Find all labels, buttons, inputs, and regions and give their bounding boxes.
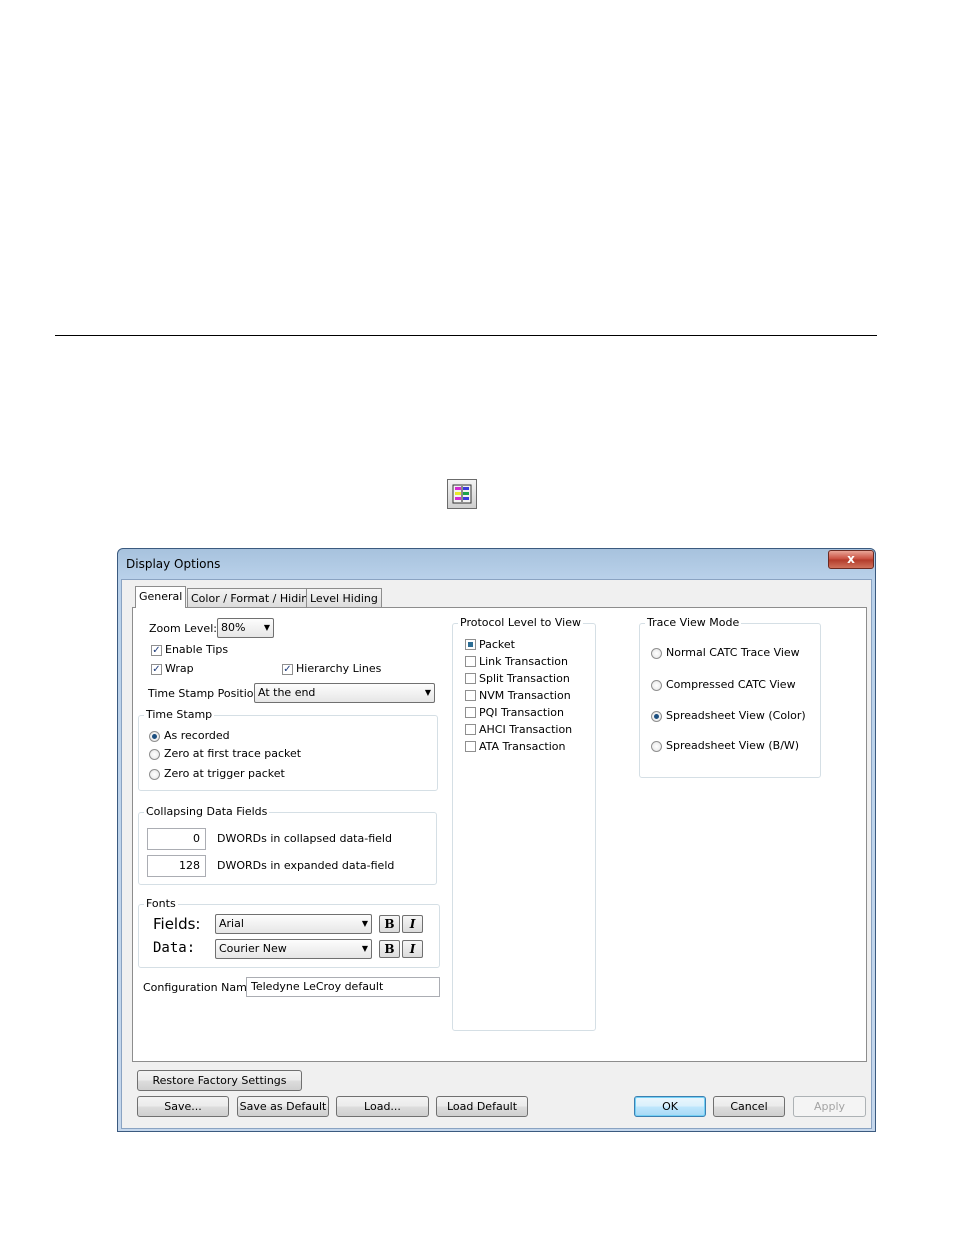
dialog-title: Display Options (126, 557, 221, 571)
nvm-transaction-checkbox[interactable] (465, 690, 476, 701)
nvm-transaction-label: NVM Transaction (479, 689, 571, 702)
packet-label: Packet (479, 638, 515, 651)
fields-bold-button[interactable]: B (379, 915, 400, 933)
radio-spreadsheet-color-label: Spreadsheet View (Color) (666, 709, 806, 722)
chevron-down-icon: ▼ (263, 623, 270, 632)
packet-checkbox[interactable] (465, 639, 476, 650)
radio-as-recorded-label: As recorded (164, 729, 230, 742)
collapsing-group-title: Collapsing Data Fields (144, 805, 270, 818)
expanded-dwords-input[interactable]: 128 (147, 855, 206, 877)
horizontal-rule (55, 335, 877, 336)
config-name-label: Configuration Name: (143, 981, 258, 994)
radio-compressed-catc-label: Compressed CATC View (666, 678, 796, 691)
hierarchy-lines-label: Hierarchy Lines (296, 662, 382, 675)
enable-tips-checkbox[interactable]: ✓ (151, 645, 162, 656)
wrap-label: Wrap (165, 662, 194, 675)
tab-level-hiding[interactable]: Level Hiding (306, 588, 382, 607)
cancel-button[interactable]: Cancel (713, 1096, 785, 1117)
ata-transaction-label: ATA Transaction (479, 740, 566, 753)
zoom-level-label: Zoom Level: (149, 622, 217, 635)
radio-normal-catc[interactable] (651, 648, 662, 659)
radio-zero-trigger-packet-label: Zero at trigger packet (164, 767, 285, 780)
chevron-down-icon: ▼ (361, 944, 368, 953)
fields-font-label: Fields: (153, 915, 201, 933)
wrap-checkbox[interactable]: ✓ (151, 664, 162, 675)
data-italic-button[interactable]: I (402, 940, 423, 958)
display-options-icon (447, 479, 477, 509)
link-transaction-label: Link Transaction (479, 655, 568, 668)
radio-zero-first-packet[interactable] (149, 749, 160, 760)
data-font-select[interactable]: Courier New ▼ (215, 939, 372, 959)
enable-tips-label: Enable Tips (165, 643, 229, 656)
radio-normal-catc-label: Normal CATC Trace View (666, 646, 800, 659)
split-transaction-checkbox[interactable] (465, 673, 476, 684)
tab-color-format-hiding[interactable]: Color / Format / Hiding (187, 588, 320, 607)
timestamp-position-label: Time Stamp Position: (148, 687, 265, 700)
radio-spreadsheet-color[interactable] (651, 711, 662, 722)
split-transaction-label: Split Transaction (479, 672, 570, 685)
trace-view-mode-title: Trace View Mode (645, 616, 742, 629)
zoom-level-select[interactable]: 80% ▼ (217, 618, 274, 638)
radio-spreadsheet-bw-label: Spreadsheet View (B/W) (666, 739, 800, 752)
radio-compressed-catc[interactable] (651, 680, 662, 691)
restore-factory-settings-button[interactable]: Restore Factory Settings (137, 1070, 302, 1091)
ok-button[interactable]: OK (634, 1096, 706, 1117)
fields-font-value: Arial (219, 917, 244, 930)
ahci-transaction-checkbox[interactable] (465, 724, 476, 735)
radio-zero-trigger-packet[interactable] (149, 769, 160, 780)
fields-font-select[interactable]: Arial ▼ (215, 914, 372, 934)
config-name-input[interactable]: Teledyne LeCroy default (246, 977, 440, 997)
display-options-dialog: Display Options x General Color / Format… (117, 548, 876, 1132)
fonts-group-title: Fonts (144, 897, 178, 910)
chevron-down-icon: ▼ (361, 919, 368, 928)
apply-button[interactable]: Apply (793, 1096, 866, 1117)
timestamp-position-value: At the end (258, 686, 316, 699)
hierarchy-lines-checkbox[interactable]: ✓ (282, 664, 293, 675)
ata-transaction-checkbox[interactable] (465, 741, 476, 752)
data-font-label: Data: (153, 940, 196, 956)
pqi-transaction-label: PQI Transaction (479, 706, 564, 719)
link-transaction-checkbox[interactable] (465, 656, 476, 667)
radio-as-recorded[interactable] (149, 731, 160, 742)
timestamp-position-select[interactable]: At the end ▼ (254, 683, 435, 703)
tab-general[interactable]: General (135, 586, 187, 608)
load-default-button[interactable]: Load Default (436, 1096, 528, 1117)
dialog-client-area: General Color / Format / Hiding Level Hi… (121, 579, 872, 1129)
save-as-default-button[interactable]: Save as Default (237, 1096, 329, 1117)
collapsed-dwords-input[interactable]: 0 (147, 828, 206, 850)
protocol-level-title: Protocol Level to View (458, 616, 583, 629)
zoom-level-value: 80% (221, 621, 246, 634)
fields-italic-button[interactable]: I (402, 915, 423, 933)
load-button[interactable]: Load... (336, 1096, 429, 1117)
time-stamp-group-title: Time Stamp (144, 708, 215, 721)
ahci-transaction-label: AHCI Transaction (479, 723, 573, 736)
chevron-down-icon: ▼ (424, 688, 431, 697)
radio-spreadsheet-bw[interactable] (651, 741, 662, 752)
tab-panel-general: Zoom Level: 80% ▼ ✓ Enable Tips ✓ Wrap ✓… (132, 607, 867, 1062)
radio-zero-first-packet-label: Zero at first trace packet (164, 747, 302, 760)
close-button[interactable]: x (828, 550, 874, 569)
collapsed-dwords-label: DWORDs in collapsed data-field (217, 832, 392, 845)
data-bold-button[interactable]: B (379, 940, 400, 958)
expanded-dwords-label: DWORDs in expanded data-field (217, 859, 395, 872)
data-font-value: Courier New (219, 942, 287, 955)
save-button[interactable]: Save... (137, 1096, 229, 1117)
pqi-transaction-checkbox[interactable] (465, 707, 476, 718)
